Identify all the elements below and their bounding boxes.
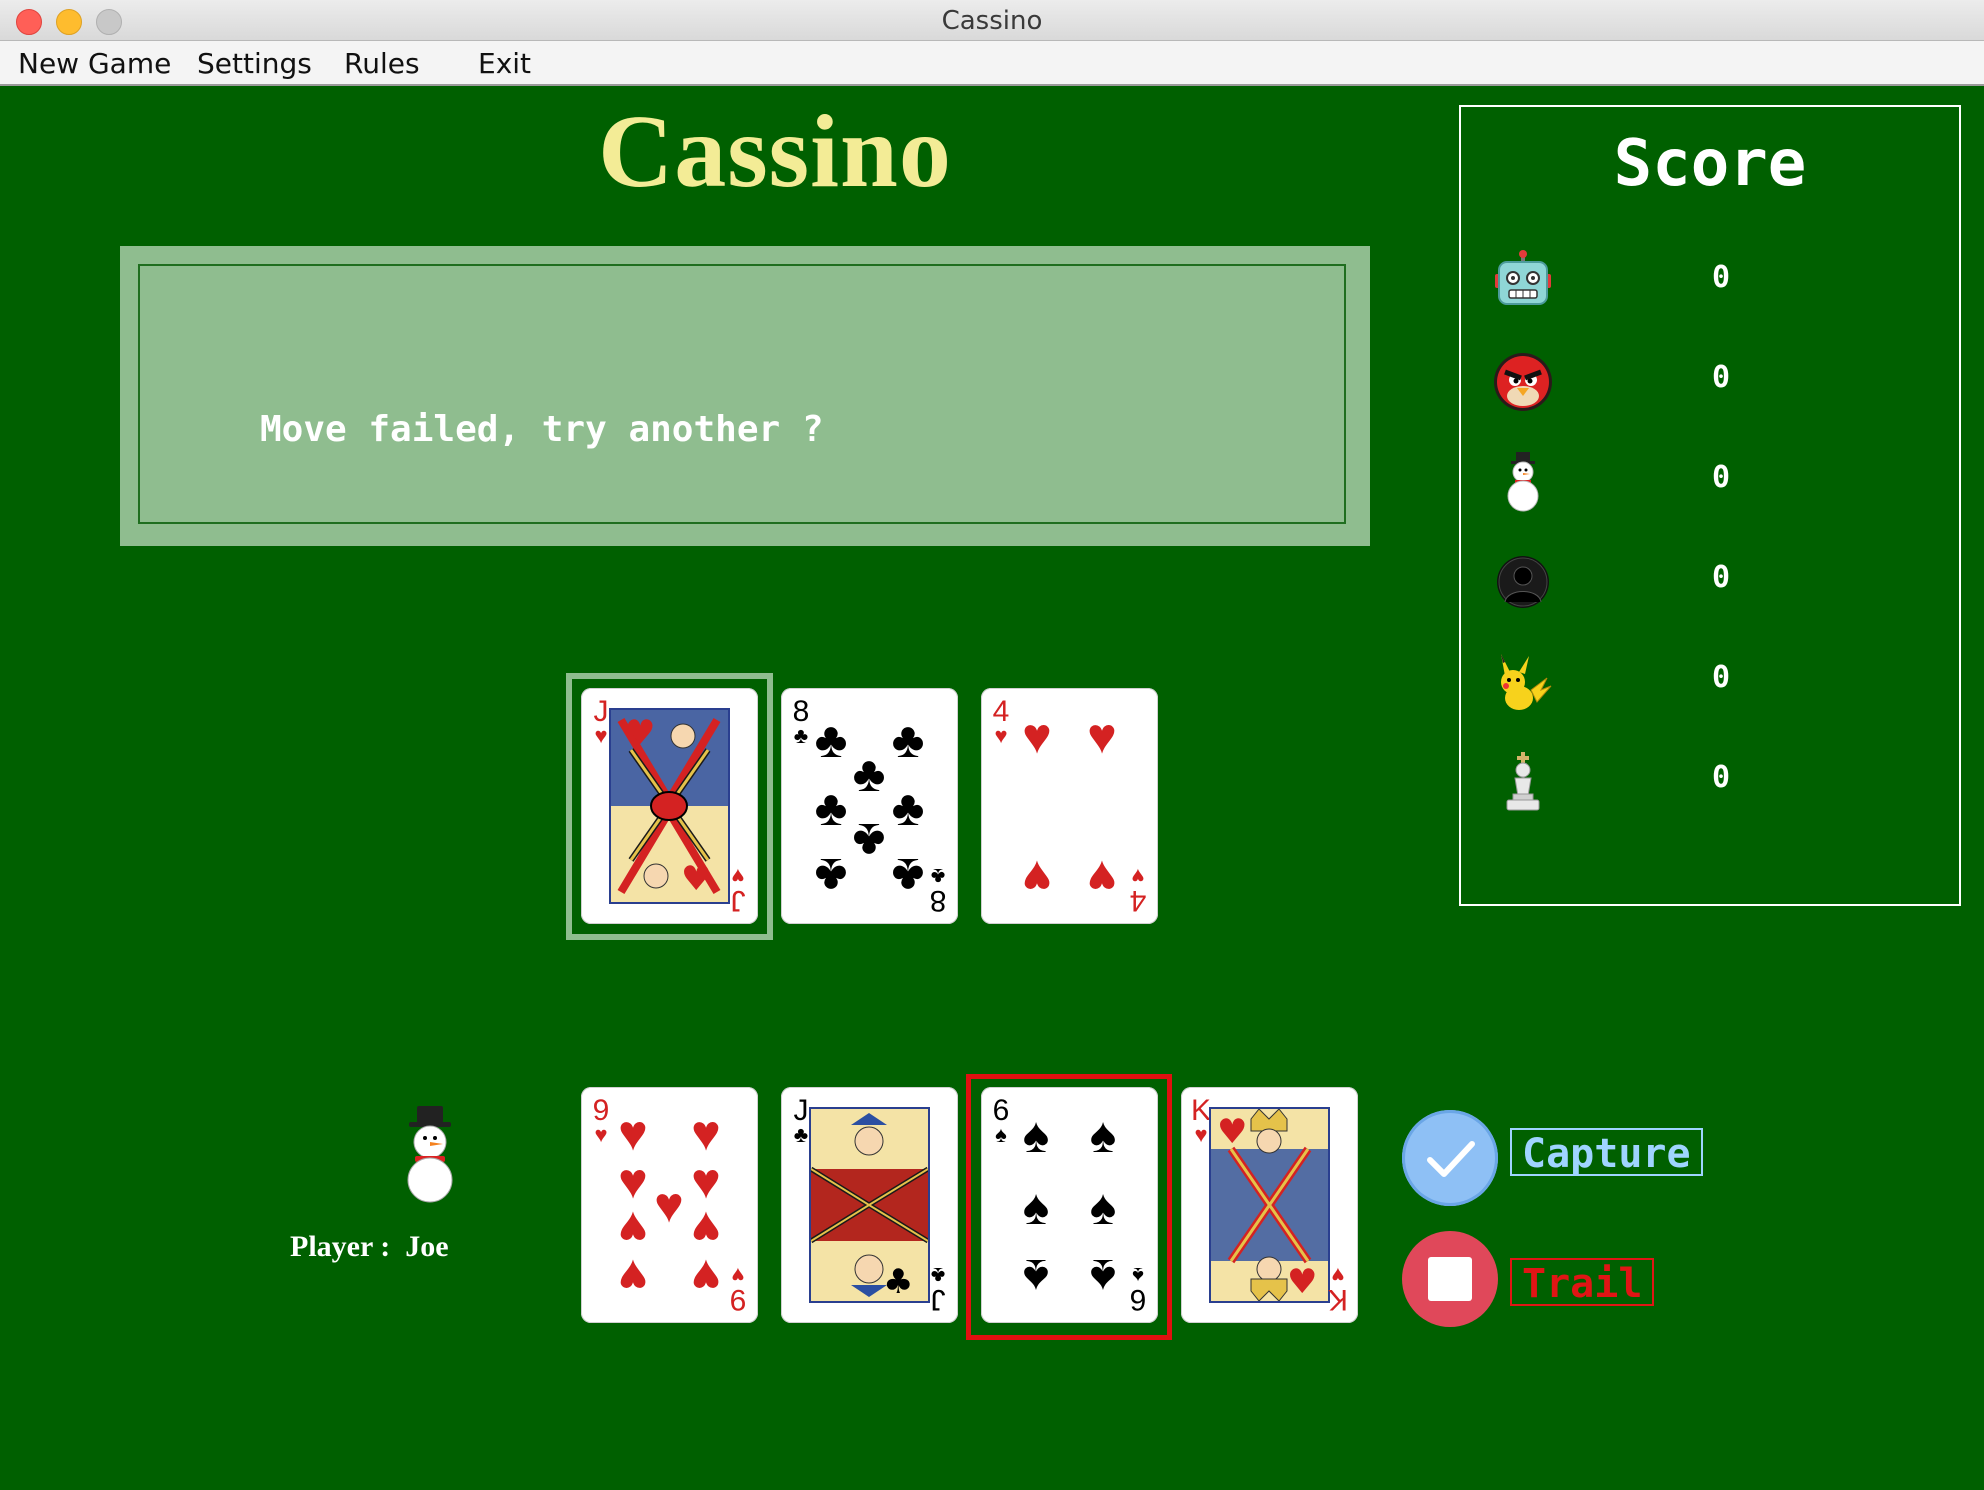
menu-bar: New Game Settings Rules Exit: [0, 41, 1984, 86]
window-title: Cassino: [941, 6, 1043, 36]
message-box: Move failed, try another ?: [120, 246, 1370, 546]
score-value: 0: [1711, 360, 1731, 395]
heart-pip: ♥: [1022, 708, 1052, 764]
chess-king-icon: [1491, 750, 1555, 814]
heart-pip: ♥: [691, 1249, 721, 1305]
player-name-label: Player : Joe: [290, 1230, 449, 1263]
score-value: 0: [1711, 260, 1731, 295]
svg-text:♣: ♣: [883, 1262, 913, 1301]
svg-text:♥: ♥: [1217, 1112, 1247, 1152]
message-box-inner: Move failed, try another ?: [138, 264, 1346, 524]
score-value: 0: [1711, 660, 1731, 695]
heart-pip: ♥: [1087, 850, 1117, 906]
score-row: 0: [1461, 750, 1959, 830]
svg-text:♥: ♥: [1287, 1262, 1317, 1301]
card-corner: 4 ♥: [1129, 864, 1147, 917]
score-row: 0: [1461, 350, 1959, 430]
heart-pip: ♥: [691, 1105, 721, 1161]
table-card[interactable]: 8 ♣ ♣ ♣ ♣ ♣ ♣ ♣ ♣ ♣ 8 ♣: [781, 688, 958, 924]
selected-hand-card-highlight: [966, 1074, 1172, 1340]
stop-icon: [1428, 1257, 1472, 1301]
card-corner: 9 ♥: [729, 1263, 747, 1316]
card-corner: J ♣: [930, 1263, 946, 1316]
card-corner: 4 ♥: [992, 695, 1010, 748]
score-panel: Score 0 0 0 0 0 0: [1459, 105, 1961, 906]
menu-rules[interactable]: Rules: [344, 47, 420, 80]
snowman-icon: [1491, 450, 1555, 514]
club-pip: ♣: [814, 848, 848, 904]
capture-button[interactable]: [1402, 1110, 1498, 1206]
score-row: 0: [1461, 250, 1959, 330]
score-value: 0: [1711, 460, 1731, 495]
heart-pip: ♥: [691, 1201, 721, 1257]
trail-button[interactable]: [1402, 1231, 1498, 1327]
heart-pip: ♥: [618, 1249, 648, 1305]
jack-face-art: ♣: [809, 1107, 930, 1303]
score-title: Score: [1613, 127, 1807, 201]
message-text: Move failed, try another ?: [260, 409, 824, 450]
heart-pip: ♥: [1087, 708, 1117, 764]
svg-text:♥: ♥: [625, 713, 655, 753]
table-card[interactable]: 4 ♥ ♥ ♥ ♥ ♥ 4 ♥: [981, 688, 1158, 924]
jack-face-art: ♥ ♥: [609, 708, 730, 904]
heart-pip: ♥: [1022, 850, 1052, 906]
robot-icon: [1491, 250, 1555, 314]
score-value: 0: [1711, 760, 1731, 795]
checkmark-icon: [1427, 1141, 1475, 1177]
pikachu-icon: [1491, 650, 1555, 714]
snowman-icon: [395, 1104, 465, 1204]
king-face-art: ♥ ♥: [1209, 1107, 1330, 1303]
menu-exit[interactable]: Exit: [478, 47, 531, 80]
trail-label[interactable]: Trail: [1510, 1258, 1655, 1307]
heart-pip: ♥: [618, 1105, 648, 1161]
heart-pip: ♥: [618, 1201, 648, 1257]
table-card[interactable]: J ♥ ♥ ♥ J ♥: [581, 688, 758, 924]
card-corner: K ♥: [1328, 1263, 1349, 1316]
person-silhouette-icon: [1491, 550, 1555, 614]
score-row: 0: [1461, 550, 1959, 630]
score-row: 0: [1461, 650, 1959, 730]
card-corner: 8 ♣: [929, 864, 947, 917]
menu-settings[interactable]: Settings: [197, 47, 312, 80]
hand-card[interactable]: K ♥ ♥ ♥ K ♥: [1181, 1087, 1358, 1323]
hand-card[interactable]: 9 ♥ ♥ ♥ ♥ ♥ ♥ ♥ ♥ ♥ ♥ 9 ♥: [581, 1087, 758, 1323]
card-corner: J ♥: [730, 864, 746, 917]
game-title: Cassino: [598, 94, 952, 209]
angry-bird-icon: [1491, 350, 1555, 414]
window-titlebar: Cassino: [0, 0, 1984, 41]
hand-card[interactable]: J ♣ ♣ J ♣: [781, 1087, 958, 1323]
svg-text:♥: ♥: [681, 859, 711, 899]
menu-new-game[interactable]: New Game: [18, 47, 171, 80]
score-value: 0: [1711, 560, 1731, 595]
score-row: 0: [1461, 450, 1959, 530]
capture-label[interactable]: Capture: [1510, 1128, 1703, 1177]
